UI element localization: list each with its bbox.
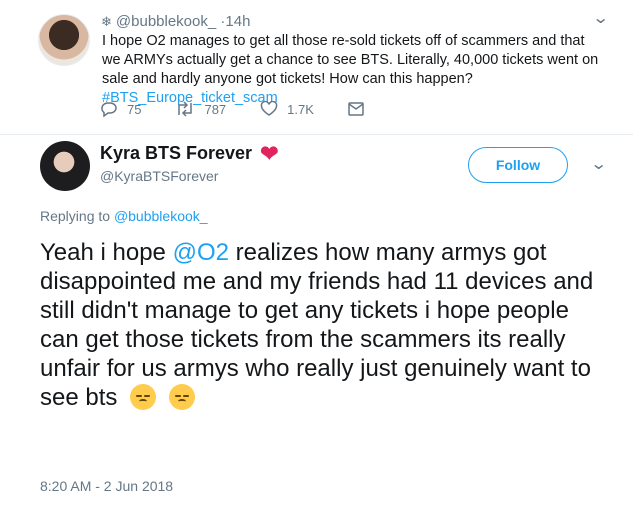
tweet-text: Yeah i hope @O2 realizes how many armys … (40, 238, 610, 412)
mention-link[interactable]: @O2 (173, 239, 229, 266)
heart-icon (260, 101, 278, 116)
reply-time[interactable]: 14h (225, 13, 250, 30)
reply-tweet-text: I hope O2 manages to get all those re-so… (102, 32, 602, 108)
user-handle[interactable]: @KyraBTSForever (100, 168, 218, 184)
tweet-actions: 75 787 1.7K (100, 101, 407, 117)
retweet-icon (178, 101, 193, 117)
avatar-bubblekook[interactable] (38, 14, 90, 66)
reply-meta: ❄ @bubblekook_ ·14h (101, 13, 250, 30)
reply-icon (101, 102, 117, 117)
pensive-face-icon (168, 384, 195, 410)
display-name[interactable]: Kyra BTS Forever ❤ (100, 140, 279, 166)
avatar-kyra[interactable] (40, 141, 90, 191)
tweet-timestamp[interactable]: 8:20 AM - 2 Jun 2018 (40, 478, 173, 494)
like-button[interactable]: 1.7K (260, 101, 314, 117)
display-name-text: Kyra BTS Forever (100, 143, 253, 163)
reply-button[interactable]: 75 (100, 101, 141, 117)
retweet-count: 787 (204, 101, 227, 117)
disappointed-face-icon (130, 384, 157, 410)
like-count: 1.7K (287, 101, 314, 117)
replying-handle-link[interactable]: @bubblekook_ (114, 208, 208, 224)
divider (0, 134, 633, 135)
chevron-down-icon[interactable]: ⌄ (592, 8, 609, 28)
follow-button[interactable]: Follow (468, 147, 568, 183)
chevron-down-icon[interactable]: ⌄ (590, 154, 607, 174)
replying-to: Replying to @bubblekook_ (40, 208, 208, 224)
red-heart-emoji: ❤ (260, 140, 279, 166)
reply-handle[interactable]: @bubblekook_ (116, 13, 216, 30)
envelope-icon (348, 102, 364, 116)
reply-count: 75 (127, 101, 142, 117)
direct-message-button[interactable] (348, 102, 373, 116)
replying-label: Replying to (40, 208, 114, 224)
tweet-text-prefix: Yeah i hope (40, 239, 173, 266)
snowflake-icon: ❄ (101, 14, 112, 29)
retweet-button[interactable]: 787 (175, 101, 226, 117)
reply-text-body: I hope O2 manages to get all those re-so… (102, 33, 599, 87)
